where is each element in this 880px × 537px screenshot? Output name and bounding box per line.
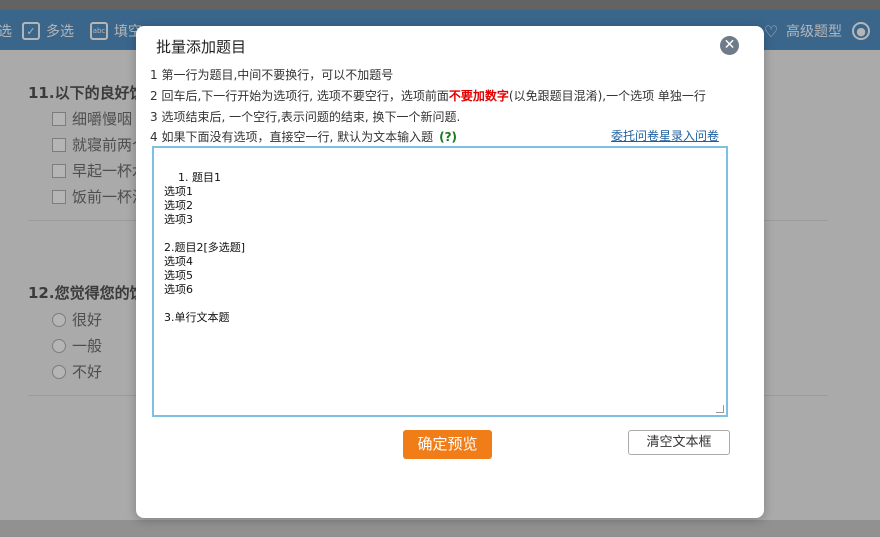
questions-textarea[interactable]: 1. 题目1 选项1 选项2 选项3 2.题目2[多选题] 选项4 选项5 选项… [152, 146, 728, 417]
confirm-preview-button[interactable]: 确定预览 [403, 430, 492, 459]
instruction-text: 2 回车后,下一行开始为选项行, 选项不要空行，选项前面 [150, 89, 449, 103]
textarea-content: 1. 题目1 选项1 选项2 选项3 2.题目2[多选题] 选项4 选项5 选项… [164, 171, 246, 324]
dialog-title: 批量添加题目 [156, 38, 247, 56]
instruction-text: (以免跟题目混淆),一个选项 单独一行 [508, 89, 706, 103]
instruction-line-4: 4 如果下面没有选项，直接空一行, 默认为文本输入题 (?) [150, 128, 457, 145]
instruction-line-3: 3 选项结束后, 一个空行,表示问题的结束, 换下一个新问题. [150, 110, 461, 124]
batch-add-dialog: 批量添加题目 ✕ 1 第一行为题目,中间不要换行，可以不加题号 2 回车后,下一… [136, 26, 764, 518]
instruction-warning: 不要加数字 [448, 89, 509, 103]
delegate-entry-link[interactable]: 委托问卷星录入问卷 [611, 127, 719, 144]
instruction-text: 4 如果下面没有选项，直接空一行, 默认为文本输入题 [150, 130, 434, 144]
close-icon[interactable]: ✕ [720, 36, 739, 55]
clear-textarea-button[interactable]: 清空文本框 [628, 430, 730, 455]
instruction-line-2: 2 回车后,下一行开始为选项行, 选项不要空行，选项前面不要加数字(以免跟题目混… [150, 87, 706, 104]
instruction-line-1: 1 第一行为题目,中间不要换行，可以不加题号 [150, 68, 394, 82]
resize-grip-icon[interactable] [716, 405, 724, 413]
help-icon[interactable]: (?) [439, 130, 457, 144]
dialog-header: 批量添加题目 ✕ [136, 26, 764, 64]
